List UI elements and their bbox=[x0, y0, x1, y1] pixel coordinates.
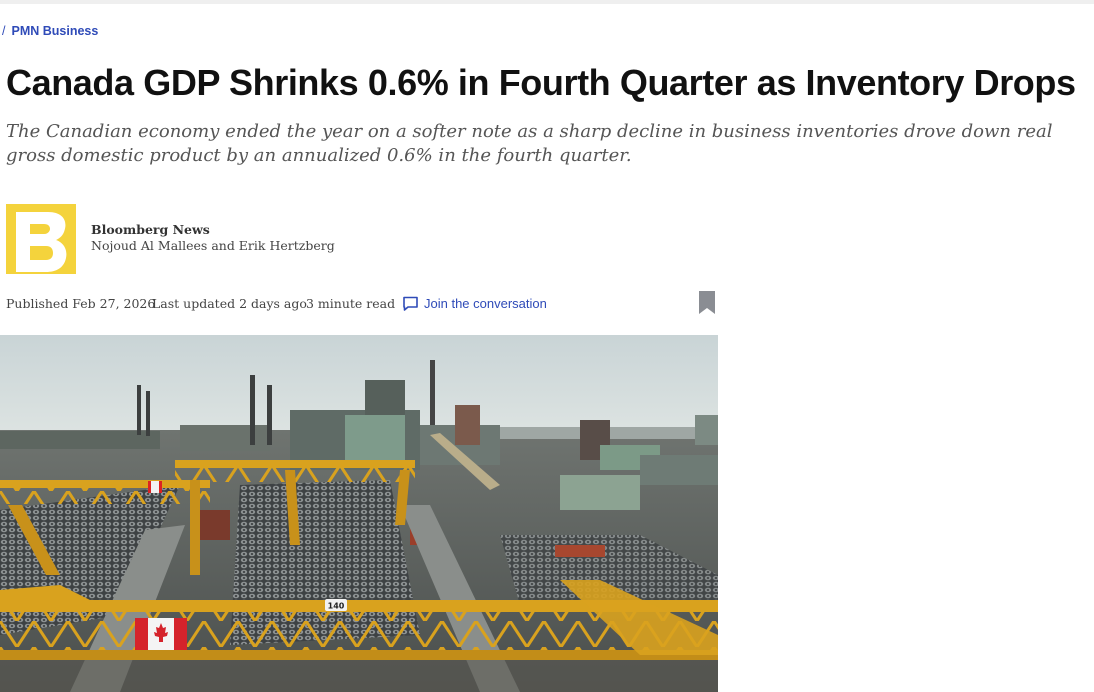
byline-source[interactable]: Bloomberg News bbox=[91, 222, 210, 237]
published-date: Published Feb 27, 2026 bbox=[6, 296, 156, 311]
article-headline: Canada GDP Shrinks 0.6% in Fourth Quarte… bbox=[6, 62, 1076, 103]
hero-image: 140 bbox=[0, 335, 718, 692]
bloomberg-b-logo-icon bbox=[6, 204, 76, 274]
article-dek: The Canadian economy ended the year on a… bbox=[6, 121, 1053, 166]
bloomberg-logo bbox=[6, 204, 76, 274]
breadcrumb: / PMN Business bbox=[2, 24, 98, 38]
breadcrumb-separator: / bbox=[2, 24, 6, 38]
breadcrumb-section-link[interactable]: PMN Business bbox=[11, 24, 98, 38]
read-time: 3 minute read bbox=[306, 296, 396, 311]
crane-number: 140 bbox=[328, 602, 345, 611]
bookmark-icon bbox=[699, 291, 715, 314]
join-conversation-label: Join the conversation bbox=[424, 296, 547, 311]
canadian-flag-icon bbox=[135, 618, 187, 650]
byline-authors: Nojoud Al Mallees and Erik Hertzberg bbox=[91, 238, 335, 253]
last-updated: Last updated 2 days ago bbox=[152, 296, 307, 311]
article-page: / PMN Business Canada GDP Shrinks 0.6% in… bbox=[0, 0, 1094, 692]
article-meta: Published Feb 27, 2026 Last updated 2 da… bbox=[6, 294, 718, 314]
bookmark-button[interactable] bbox=[696, 290, 718, 316]
speech-bubble-icon bbox=[403, 296, 418, 311]
top-divider bbox=[0, 0, 1094, 4]
steel-mill-photo: 140 bbox=[0, 335, 718, 692]
